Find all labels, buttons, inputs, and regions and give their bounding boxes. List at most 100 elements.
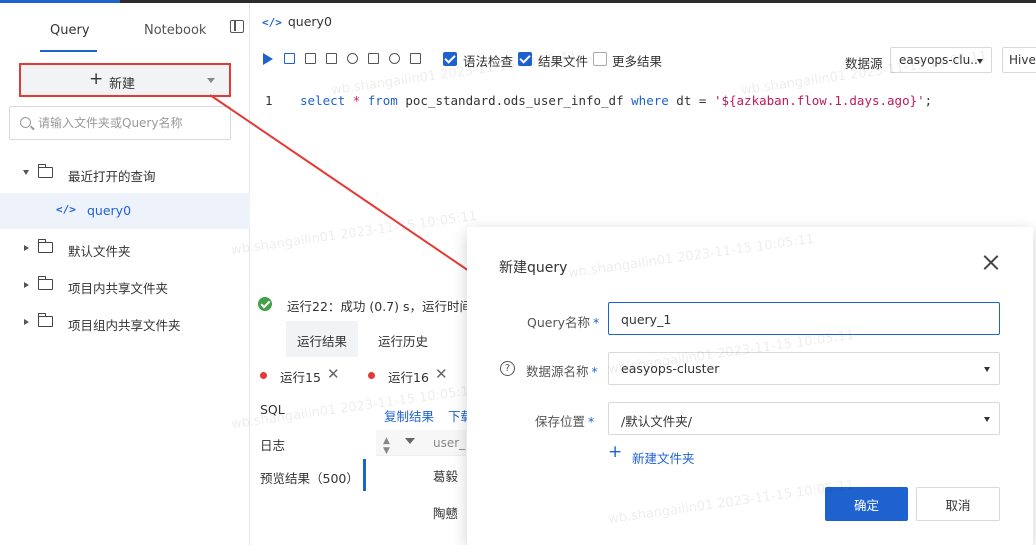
tree-label: 默认文件夹 [68,244,131,259]
tab-query[interactable]: Query [50,23,90,38]
tree-item-query0[interactable]: </> query0 [0,193,250,229]
tree-label: 项目内共享文件夹 [68,281,169,296]
datasource-name-value: easyops-cluster [621,361,720,376]
new-button[interactable]: + 新建 [19,63,231,97]
search-box [9,106,231,140]
datasource-select[interactable]: easyops-clu.. [890,47,992,73]
tree-folder-default[interactable]: 默认文件夹 [0,231,250,267]
query-name-label: Query名称 * [527,312,599,331]
result-file-label: 结果文件 [538,54,589,69]
filter-icon[interactable] [405,438,415,444]
required-mark: * [591,364,598,379]
tree-folder-group-shared[interactable]: 项目组内共享文件夹 [0,305,250,341]
datasource-name-select[interactable]: easyops-cluster [608,352,1000,385]
run-tab-16[interactable]: 运行16 [388,367,429,386]
tree-folder-project-shared[interactable]: 项目内共享文件夹 [0,268,250,304]
editor-tab[interactable]: </> query0 [262,14,332,32]
required-mark: * [588,414,595,429]
tab-run-history[interactable]: 运行历史 [378,321,428,357]
editor-tab-name: query0 [287,14,332,29]
syntax-check-checkbox[interactable] [443,52,457,66]
search-input[interactable] [38,113,228,133]
column-header[interactable]: user_ [433,436,465,450]
sql-keyword: from [367,93,398,108]
grid-header: ▲ ▼ user_ [376,430,466,456]
chevron-down-icon [984,367,990,372]
save-location-select[interactable]: /默认文件夹/ [608,402,1000,435]
folder-icon [37,164,53,178]
code-editor-line[interactable]: 1 select * from poc_standard.ods_user_in… [250,90,1036,112]
run-icon[interactable] [263,53,273,65]
result-nav-sql[interactable]: SQL [260,402,285,417]
tab-run-results[interactable]: 运行结果 [286,321,358,357]
tab-notebook[interactable]: Notebook [144,23,206,38]
engine-select[interactable]: Hive [1002,47,1036,73]
dialog-title: 新建query [499,260,568,276]
sidebar-tabs: Query Notebook [0,3,250,53]
close-icon[interactable] [983,254,999,270]
save-location-value: /默认文件夹/ [621,414,692,429]
query-name-input[interactable] [621,310,981,328]
sql-keyword: where [631,93,669,108]
caret-right-icon[interactable] [24,319,29,325]
run-tab-15[interactable]: 运行15 [280,367,321,386]
sql-terminator: ; [924,93,933,108]
save-location-label: 保存位置 * [535,411,594,430]
close-icon[interactable]: ✕ [435,365,448,383]
new-query-dialog: 新建query Query名称* ? 数据源名称* easyops-cluste… [467,227,1033,545]
result-tabs: 运行结果 运行历史 [250,321,470,357]
caret-right-icon[interactable] [24,282,29,288]
run-selected-icon[interactable] [284,53,295,64]
result-nav-preview[interactable]: 预览结果（500） [260,468,359,487]
code-icon: </> [262,16,282,29]
close-icon[interactable]: ✕ [327,365,340,383]
more-results-checkbox[interactable] [593,52,607,66]
datasource-label: 数据源 [845,56,883,71]
label-text: Query名称 [527,315,590,330]
watermark: wb.shangailin01 2023-11-15 10:05:11 [567,231,816,282]
run-status-dot [260,372,267,379]
folder-icon [37,239,53,253]
sql-condition: dt = [668,93,714,108]
sql-table: poc_standard.ods_user_info_df [397,93,632,108]
caret-down-icon[interactable] [23,170,29,175]
save-icon[interactable] [305,53,316,64]
format-icon[interactable] [368,53,379,64]
line-number: 1 [265,93,273,108]
new-button-label: 新建 [109,77,136,92]
cancel-button[interactable]: 取消 [916,487,1000,521]
confirm-button[interactable]: 确定 [825,487,908,521]
watermark: wb.shangailin01 2023-11-15 10:05:11 [230,208,479,259]
tree-folder-recent[interactable]: 最近打开的查询 [0,156,250,192]
label-text: 数据源名称 [526,364,589,379]
sql-code[interactable]: select * from poc_standard.ods_user_info… [300,93,932,108]
active-tab-indicator [40,50,97,52]
link-icon[interactable] [389,53,400,64]
tree-label: query0 [87,203,132,218]
lightbulb-icon[interactable] [347,53,358,64]
editor-toolbar: 语法检查 结果文件 更多结果 数据源 easyops-clu.. Hive [262,47,1036,73]
sql-string: '${azkaban.flow.1.days.ago}' [713,93,925,108]
run-tabs: 运行15 ✕ 运行16 ✕ [250,362,470,392]
folder-icon [37,276,53,290]
result-nav-log[interactable]: 日志 [260,435,285,454]
share-icon[interactable] [326,53,337,64]
caret-right-icon[interactable] [24,245,29,251]
trash-icon[interactable] [410,53,421,64]
table-cell: 陶戆 [433,506,459,521]
sql-keyword: select [300,93,346,108]
search-icon [20,117,31,128]
table-cell: 葛毅 [433,469,459,484]
datasource-name-label: 数据源名称 * [526,361,598,380]
run-status-dot [368,372,375,379]
sort-icon[interactable]: ▲ ▼ [383,436,390,456]
result-file-checkbox[interactable] [518,52,532,66]
copy-results-link[interactable]: 复制结果 [384,406,434,425]
syntax-check-label: 语法检查 [463,54,514,69]
engine-value: Hive [1009,53,1036,67]
help-icon[interactable]: ? [500,361,515,376]
query-name-field[interactable] [608,302,1000,335]
chevron-down-icon[interactable] [207,78,215,83]
collapse-sidebar-icon[interactable] [230,20,244,33]
tree-label: 最近打开的查询 [68,169,156,184]
